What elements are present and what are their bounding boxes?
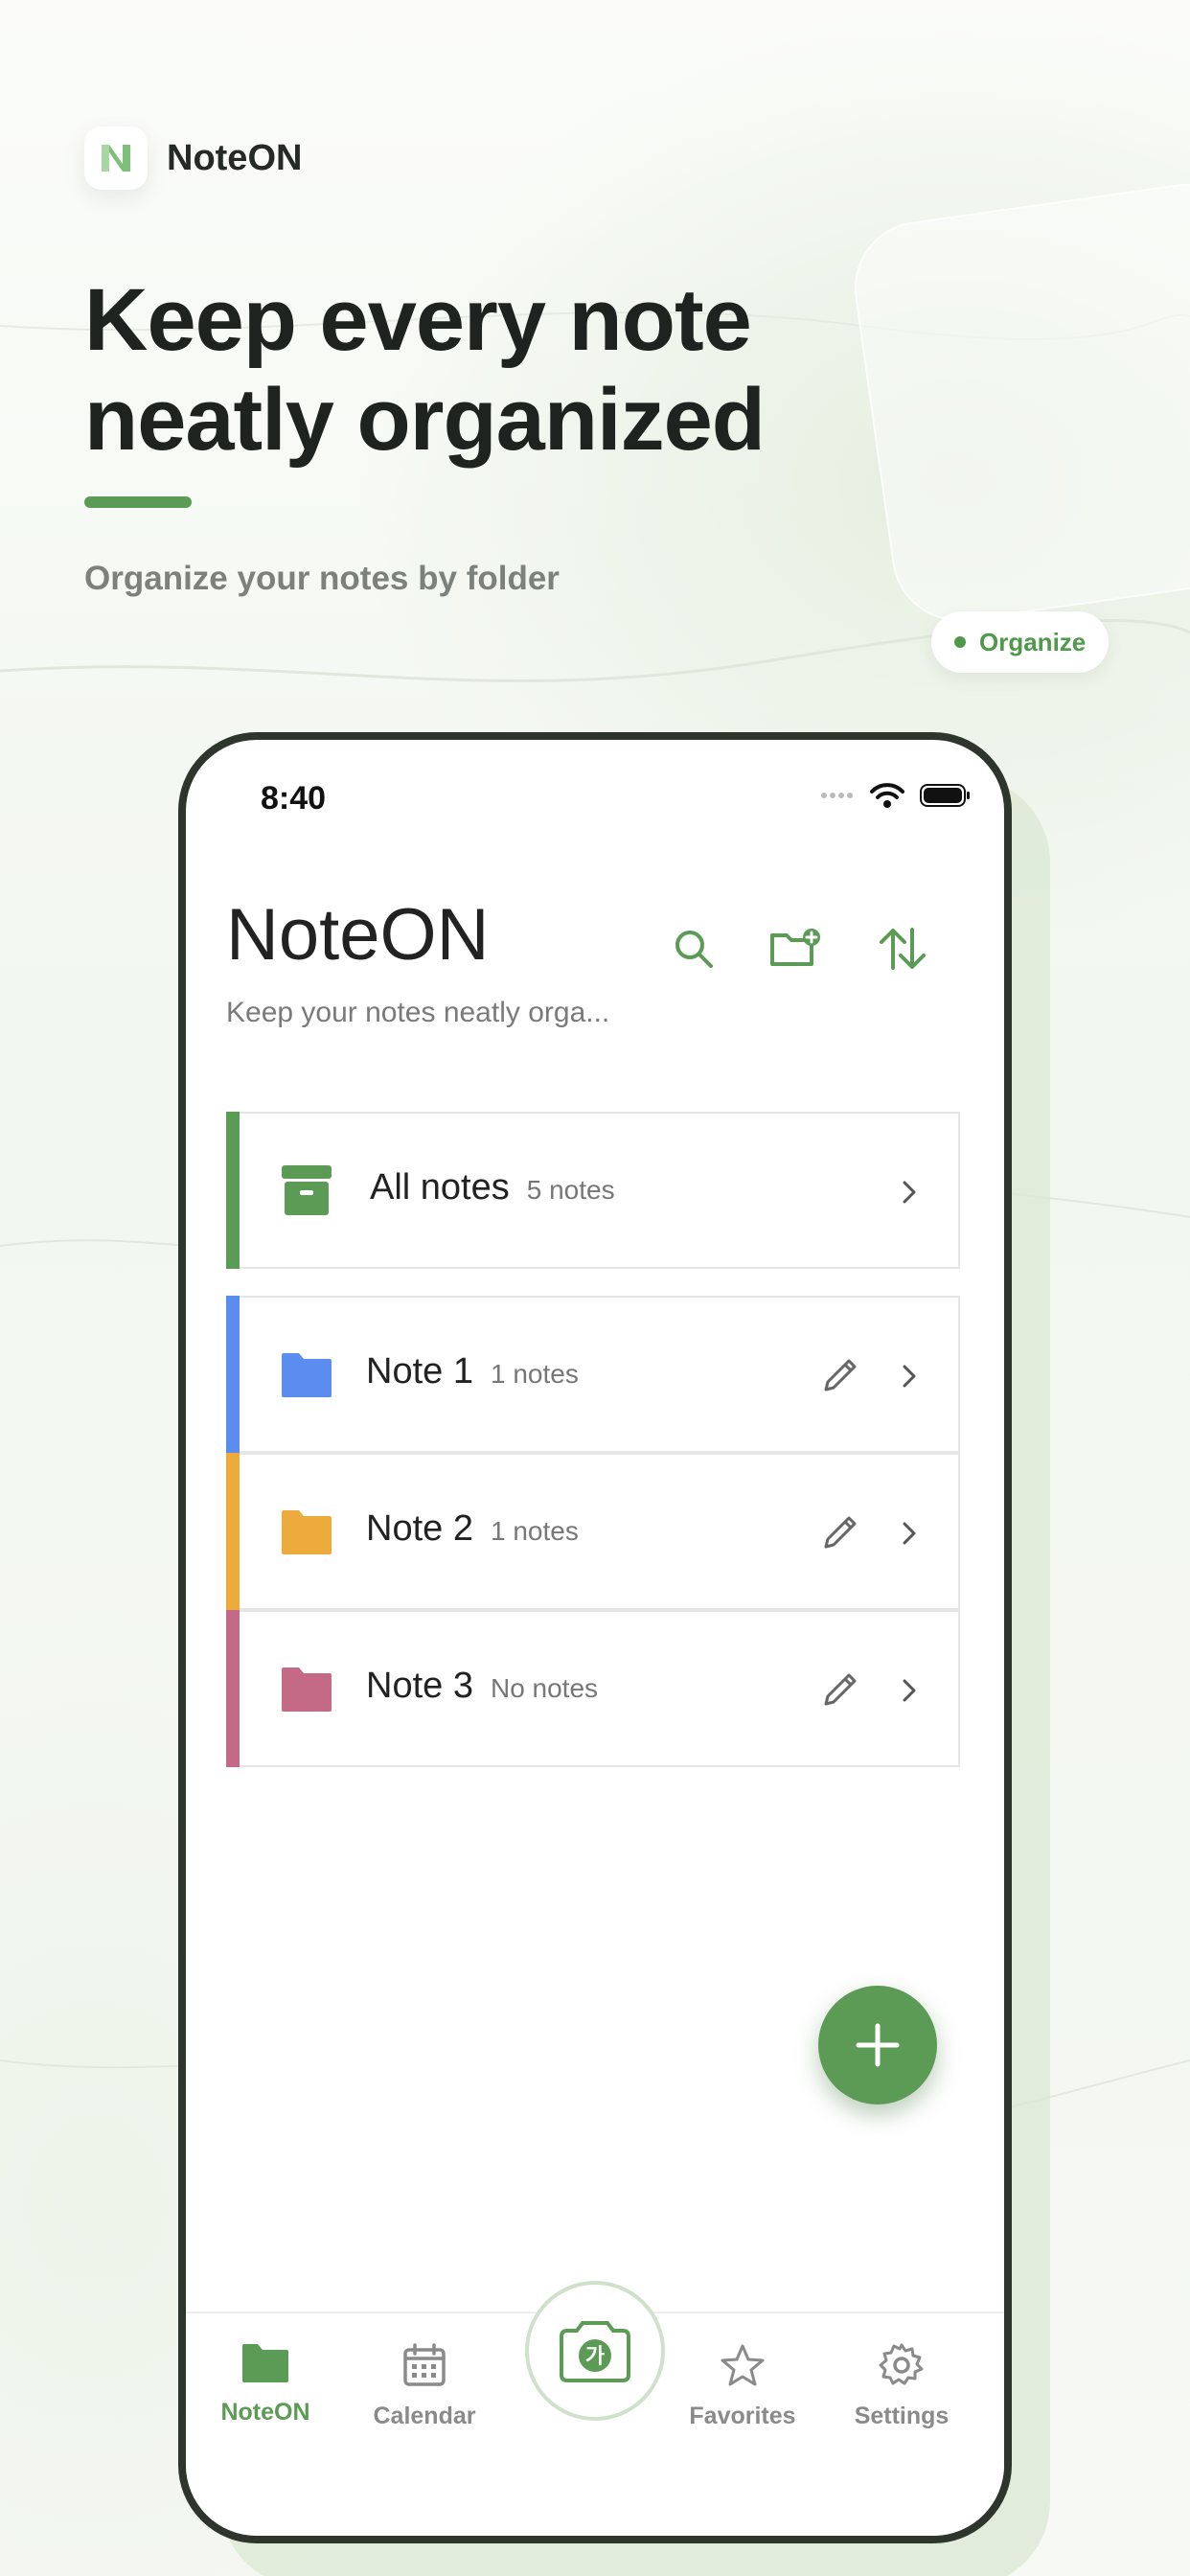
star-icon [721, 2344, 765, 2386]
wifi-icon [870, 783, 904, 808]
brand: NoteON [84, 126, 302, 190]
folder-icon [282, 1668, 332, 1712]
search-icon [675, 931, 713, 968]
folder-count: No notes [490, 1673, 599, 1703]
tab-label: NoteON [220, 2399, 310, 2426]
tab-label: Calendar [373, 2403, 476, 2429]
headline-line-1: Keep every note [84, 271, 752, 369]
folder-title: All notes [370, 1167, 510, 1208]
folder-count: 1 notes [490, 1359, 579, 1389]
add-note-button[interactable] [818, 1986, 937, 2104]
folder-row-note-2[interactable]: Note 2 1 notes [226, 1453, 960, 1610]
folder-color-stripe [226, 1296, 240, 1453]
chevron-right-icon [903, 1181, 916, 1204]
chevron-right-icon [903, 1679, 916, 1702]
folder-row-note-1[interactable]: Note 1 1 notes [226, 1296, 960, 1453]
folder-name: Note 3 No notes [366, 1666, 598, 1707]
folder-color-stripe [226, 1112, 240, 1269]
camera-scan-button[interactable]: 가 [525, 2281, 665, 2421]
folder-count: 5 notes [526, 1175, 615, 1205]
gear-icon [879, 2343, 924, 2385]
folder-color-stripe [226, 1610, 240, 1767]
chip-label: Organize [979, 627, 1087, 656]
camera-glyph: 가 [585, 2345, 605, 2369]
tab-noteon[interactable]: NoteON [194, 2342, 337, 2426]
search-button[interactable] [665, 920, 722, 978]
phone-frame: 8:40 NoteON Keep your notes neatly orga.… [178, 732, 1012, 2543]
battery-icon [920, 784, 970, 807]
archive-icon [282, 1165, 332, 1215]
folder-name: Note 2 1 notes [366, 1508, 579, 1550]
signal-dots-icon [821, 793, 853, 798]
folder-title: Note 1 [366, 1351, 473, 1392]
folder-name: Note 1 1 notes [366, 1351, 579, 1392]
brand-name: NoteON [167, 137, 303, 178]
folder-row-note-3[interactable]: Note 3 No notes [226, 1610, 960, 1767]
status-icons [820, 782, 972, 809]
chip-dot [954, 636, 966, 648]
folder-list: All notes 5 notes Note 1 1 notes Note 2 1… [226, 1112, 960, 1767]
pencil-icon[interactable] [820, 1353, 862, 1395]
folder-name: All notes 5 notes [370, 1167, 615, 1208]
sort-icon [880, 928, 926, 970]
tab-label: Favorites [689, 2403, 796, 2429]
folder-icon [282, 1353, 332, 1397]
hero-headline: Keep every note neatly organized [84, 270, 947, 470]
brand-logo-icon [84, 126, 148, 190]
sort-button[interactable] [874, 920, 931, 978]
app-subtitle: Keep your notes neatly orga... [226, 997, 610, 1028]
plus-icon [856, 2023, 900, 2067]
folder-color-stripe [226, 1453, 240, 1610]
pencil-icon[interactable] [820, 1668, 862, 1710]
headline-line-2: neatly organized [84, 371, 766, 469]
pencil-icon[interactable] [820, 1510, 862, 1552]
tab-settings[interactable]: Settings [830, 2342, 973, 2430]
folder-count: 1 notes [490, 1516, 579, 1546]
calendar-icon [403, 2343, 446, 2386]
folder-title: Note 2 [366, 1508, 473, 1549]
app-title: NoteON [226, 894, 490, 976]
camera-icon: 가 [560, 2321, 630, 2382]
chevron-right-icon [903, 1365, 916, 1388]
tab-calendar[interactable]: Calendar [353, 2342, 496, 2430]
chevron-right-icon [903, 1522, 916, 1545]
tab-bar: NoteON Calendar 가 Favorites Settings [186, 2281, 1004, 2536]
new-folder-icon [770, 929, 820, 966]
folder-icon [242, 2344, 288, 2382]
new-folder-button[interactable] [767, 920, 824, 978]
tab-label: Settings [854, 2403, 950, 2429]
folder-title: Note 3 [366, 1666, 473, 1706]
tab-favorites[interactable]: Favorites [671, 2342, 814, 2430]
accent-bar [84, 496, 192, 508]
folder-icon [282, 1510, 332, 1554]
folder-row-all-notes[interactable]: All notes 5 notes [226, 1112, 960, 1269]
feature-chip: Organize [931, 611, 1110, 673]
status-time: 8:40 [261, 780, 327, 816]
hero-subheadline: Organize your notes by folder [84, 560, 560, 597]
